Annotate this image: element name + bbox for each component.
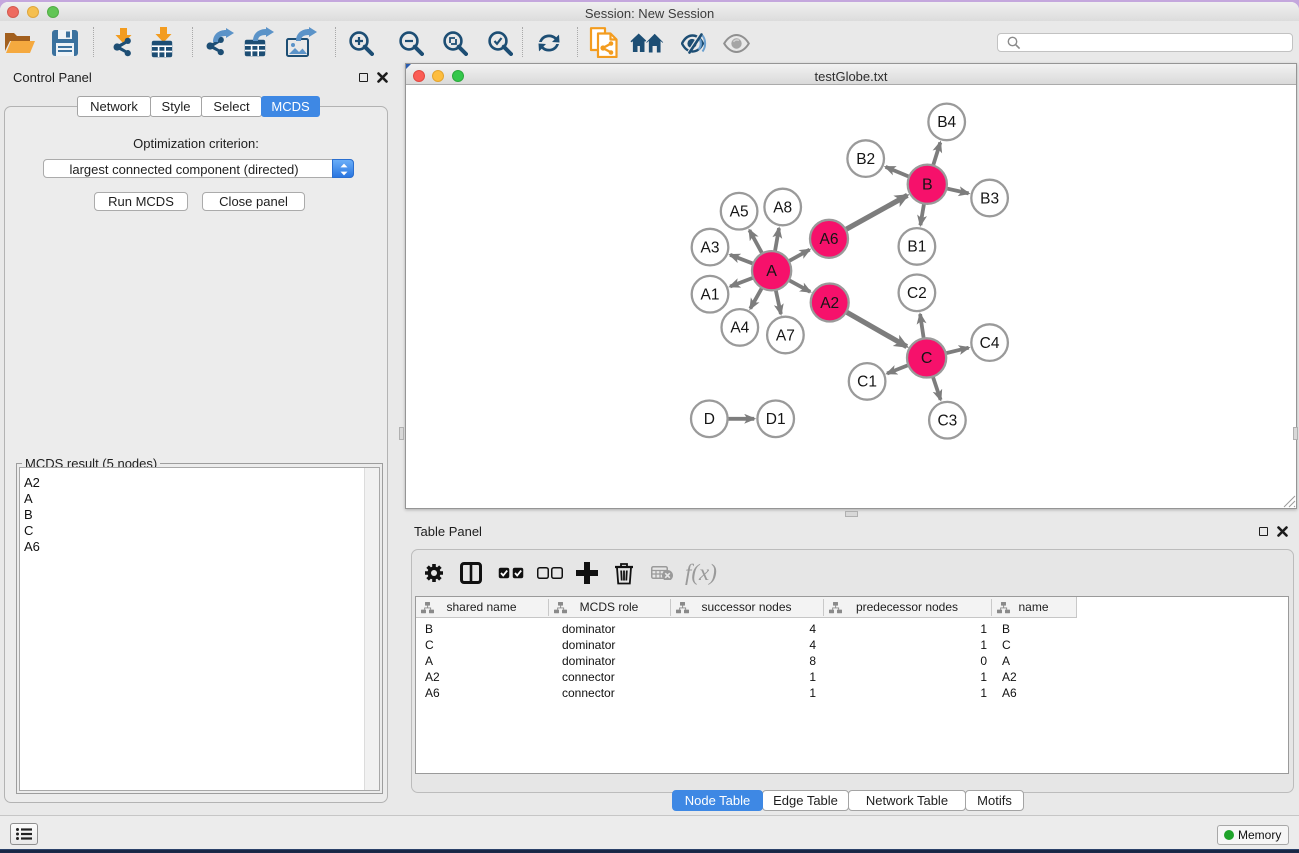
- svg-text:B1: B1: [907, 239, 926, 256]
- svg-text:A4: A4: [730, 320, 749, 337]
- svg-text:A1: A1: [701, 287, 720, 304]
- svg-text:A3: A3: [701, 239, 720, 256]
- svg-text:B: B: [922, 177, 933, 194]
- svg-text:C2: C2: [907, 285, 927, 302]
- svg-text:C3: C3: [937, 413, 957, 430]
- svg-text:C: C: [921, 350, 933, 367]
- svg-text:C1: C1: [857, 374, 877, 391]
- svg-text:A7: A7: [776, 327, 795, 344]
- svg-text:D1: D1: [766, 411, 786, 428]
- svg-text:B3: B3: [980, 190, 999, 207]
- svg-text:A5: A5: [730, 204, 749, 221]
- svg-text:B4: B4: [937, 114, 956, 131]
- svg-text:A8: A8: [773, 199, 792, 216]
- svg-text:A: A: [766, 263, 777, 280]
- svg-text:A6: A6: [820, 231, 839, 248]
- svg-text:A2: A2: [820, 295, 839, 312]
- svg-text:C4: C4: [980, 335, 1000, 352]
- svg-text:D: D: [704, 411, 715, 428]
- svg-text:B2: B2: [856, 151, 875, 168]
